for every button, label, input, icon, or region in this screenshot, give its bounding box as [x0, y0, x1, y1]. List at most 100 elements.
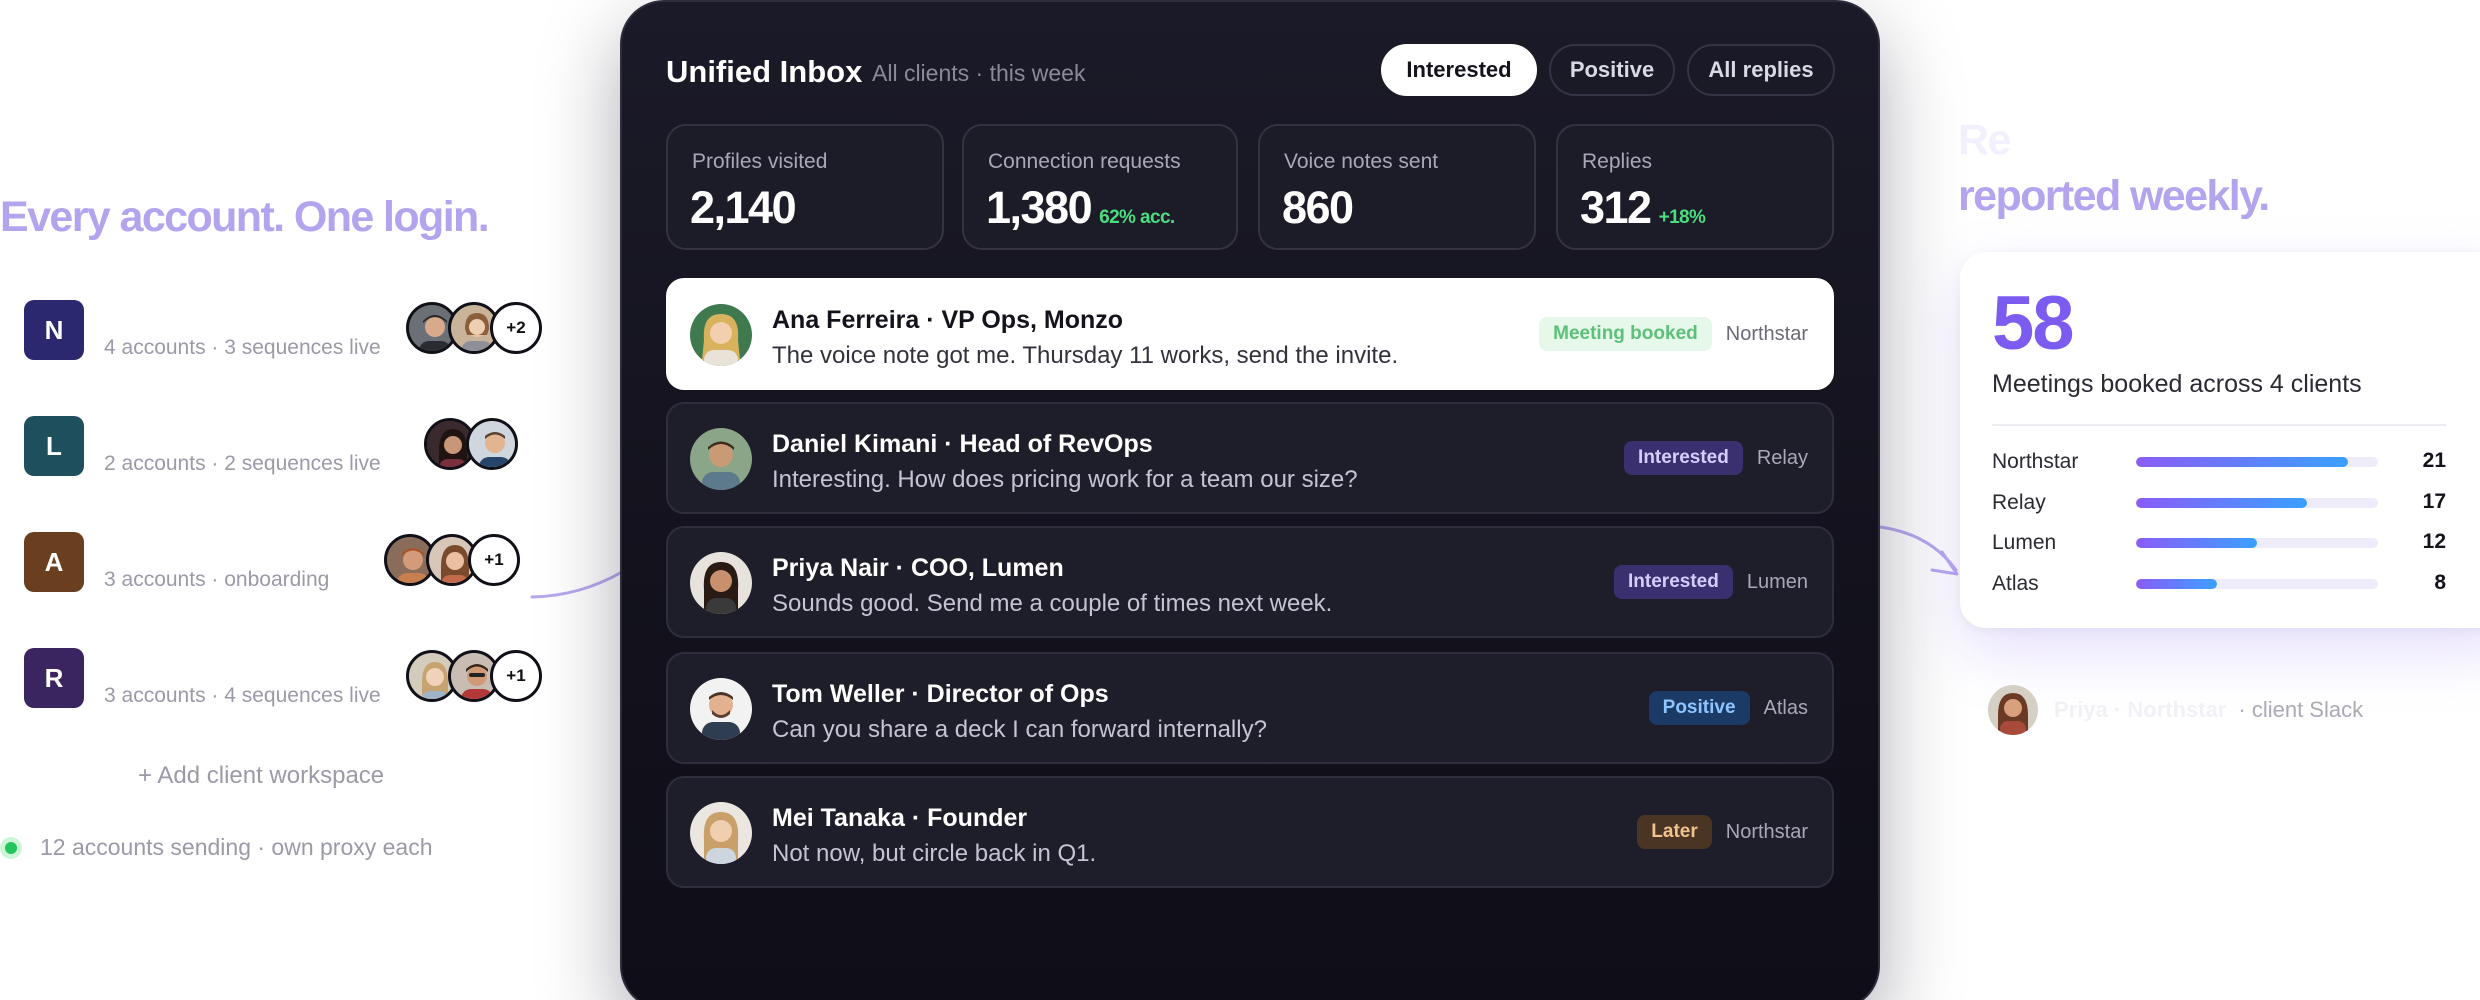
bar-row-relay: Relay 17	[1992, 489, 2446, 515]
divider	[1992, 424, 2446, 426]
status-badge: Interested	[1624, 441, 1743, 475]
bar-value: 17	[2422, 490, 2446, 513]
sending-status-text: 12 accounts sending · own proxy each	[40, 834, 433, 860]
avatar-stack: +1	[384, 534, 520, 586]
right-headline-faded: Re	[1958, 116, 2011, 164]
stat-card-replies: Replies 312 +18%	[1556, 124, 1834, 250]
add-client-workspace-button[interactable]: + Add client workspace	[138, 762, 384, 790]
bar-label: Atlas	[1992, 572, 2039, 595]
stat-card-voice-notes-sent: Voice notes sent 860	[1258, 124, 1536, 250]
meetings-booked-card: 58 Meetings booked across 4 clients Nort…	[1960, 252, 2480, 628]
stat-value: 2,140	[690, 182, 797, 233]
bar-fill	[2136, 457, 2348, 467]
avatar-more-count: +2	[490, 302, 542, 354]
message-row-priya-nair[interactable]: Priya Nair · COO, Lumen Sounds good. Sen…	[666, 526, 1834, 638]
filter-all-replies-button[interactable]: All replies	[1687, 44, 1835, 96]
stat-value: 1,380 62% acc.	[986, 182, 1175, 233]
bar-label: Relay	[1992, 491, 2046, 514]
avatar-stack	[424, 418, 518, 470]
slack-sender: Priya · Northstar	[2054, 697, 2227, 722]
client-workspace-a[interactable]: A 3 accounts · onboarding +1	[24, 532, 544, 592]
bar-track	[2136, 457, 2378, 467]
status-badge: Meeting booked	[1539, 317, 1712, 351]
message-preview: The voice note got me. Thursday 11 works…	[772, 342, 1399, 369]
message-preview: Sounds good. Send me a couple of times n…	[772, 590, 1333, 617]
stat-label: Connection requests	[988, 150, 1181, 173]
message-meta: Positive Atlas	[1648, 654, 1808, 762]
message-row-tom-weller[interactable]: Tom Weller · Director of Ops Can you sha…	[666, 652, 1834, 764]
arrowhead-icon	[1930, 550, 1959, 576]
stat-label: Profiles visited	[692, 150, 828, 173]
client-workspace-l[interactable]: L 2 accounts · 2 sequences live	[24, 416, 544, 476]
message-preview: Interesting. How does pricing work for a…	[772, 466, 1358, 493]
message-preview: Not now, but circle back in Q1.	[772, 840, 1097, 867]
client-workspace-n[interactable]: N 4 accounts · 3 sequences live +2	[24, 300, 544, 360]
meetings-caption: Meetings booked across 4 clients	[1992, 370, 2362, 398]
bar-fill	[2136, 538, 2257, 548]
stat-label: Replies	[1582, 150, 1653, 173]
avatar-more-count: +1	[490, 650, 542, 702]
stat-label: Voice notes sent	[1284, 150, 1439, 173]
client-meta: 2 accounts · 2 sequences live	[104, 452, 381, 475]
message-row-daniel-kimani[interactable]: Daniel Kimani · Head of RevOps Interesti…	[666, 402, 1834, 514]
bar-value: 21	[2422, 449, 2446, 472]
status-badge: Interested	[1614, 565, 1733, 599]
message-meta: Later Northstar	[1637, 778, 1808, 886]
inbox-subtitle: All clients · this week	[872, 60, 1086, 86]
client-tile: L	[24, 416, 84, 476]
stat-value: 860	[1282, 182, 1354, 233]
client-tile: N	[24, 300, 84, 360]
left-headline: Every account. One login.	[0, 193, 490, 241]
message-client: Northstar	[1725, 322, 1808, 345]
avatar	[690, 802, 752, 864]
left-connector-line	[530, 570, 624, 599]
status-badge: Positive	[1648, 691, 1750, 725]
status-dot-icon	[0, 836, 22, 859]
message-client: Northstar	[1725, 820, 1808, 843]
bar-track	[2136, 538, 2378, 548]
stat-card-profiles-visited: Profiles visited 2,140	[666, 124, 944, 250]
bar-label: Lumen	[1992, 531, 2057, 554]
message-meta: Meeting booked Northstar	[1539, 280, 1808, 388]
bar-row-lumen: Lumen 12	[1992, 529, 2446, 555]
message-client: Relay	[1756, 446, 1808, 469]
filter-positive-button[interactable]: Positive	[1549, 44, 1675, 96]
avatar	[1988, 685, 2038, 735]
message-meta: Interested Lumen	[1614, 528, 1808, 636]
client-tile: R	[24, 648, 84, 708]
sending-status: 12 accounts sending · own proxy each	[0, 834, 433, 861]
stat-delta: 62% acc.	[1099, 207, 1175, 228]
bar-row-northstar: Northstar 21	[1992, 448, 2446, 474]
message-client: Lumen	[1746, 570, 1808, 593]
message-row-mei-tanaka[interactable]: Mei Tanaka · Founder Not now, but circle…	[666, 776, 1834, 888]
status-badge: Later	[1637, 815, 1712, 849]
avatar	[690, 678, 752, 740]
client-meta: 4 accounts · 3 sequences live	[104, 336, 381, 359]
inbox-title: Unified Inbox	[666, 54, 863, 89]
client-tile: A	[24, 532, 84, 592]
client-meta: 3 accounts · 4 sequences live	[104, 684, 381, 707]
message-row-ana-ferreira[interactable]: Ana Ferreira · VP Ops, Monzo The voice n…	[666, 278, 1834, 390]
avatar-stack: +2	[406, 302, 542, 354]
avatar-stack: +1	[406, 650, 542, 702]
stat-delta: +18%	[1658, 207, 1706, 228]
right-headline-line2: reported weekly.	[1958, 172, 2270, 220]
message-sender: Tom Weller · Director of Ops	[772, 680, 1109, 708]
client-meta: 3 accounts · onboarding	[104, 568, 330, 591]
slack-source: · client Slack	[2238, 697, 2364, 722]
avatar	[690, 304, 752, 366]
bar-fill	[2136, 579, 2217, 589]
bar-track	[2136, 498, 2378, 508]
message-client: Atlas	[1763, 696, 1808, 719]
filter-interested-button[interactable]: Interested	[1381, 44, 1537, 96]
message-sender: Priya Nair · COO, Lumen	[772, 554, 1064, 582]
slack-notification: Priya · Northstar · client Slack	[1988, 684, 2363, 736]
avatar	[466, 418, 518, 470]
meetings-count: 58	[1992, 281, 2075, 366]
unified-inbox-panel: Unified Inbox All clients · this week In…	[620, 0, 1880, 1000]
message-sender: Mei Tanaka · Founder	[772, 804, 1028, 832]
client-workspace-r[interactable]: R 3 accounts · 4 sequences live +1	[24, 648, 544, 708]
bar-row-atlas: Atlas 8	[1992, 570, 2446, 596]
avatar	[690, 428, 752, 490]
bar-track	[2136, 579, 2378, 589]
